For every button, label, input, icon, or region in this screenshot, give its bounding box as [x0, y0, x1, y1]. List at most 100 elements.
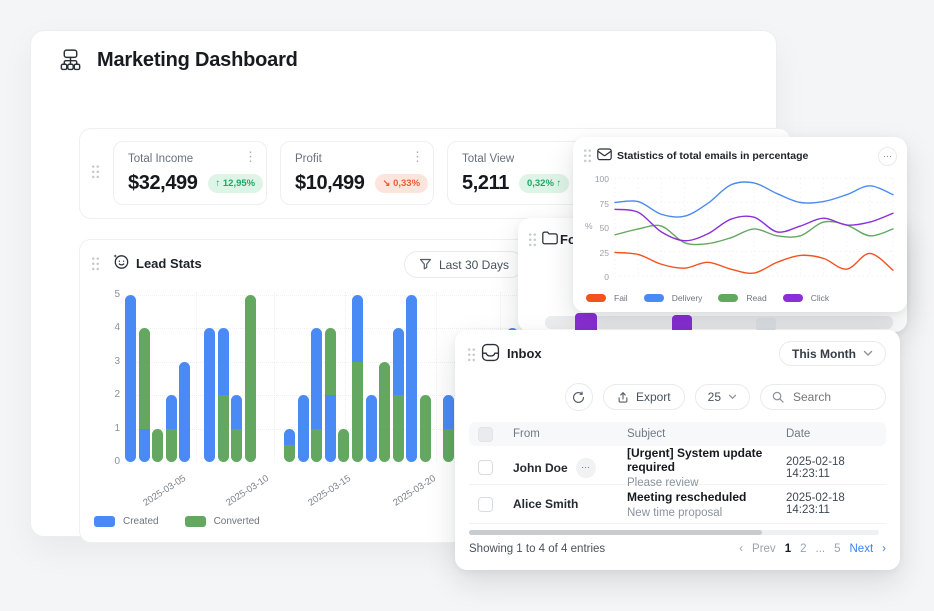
export-icon — [617, 391, 629, 404]
stat-card-profit: Profit⋮$10,499↘ 0,33% — [280, 141, 434, 205]
legend-label: Read — [746, 293, 766, 303]
bar-segment-converted — [166, 429, 177, 463]
inbox-table-header: From Subject Date — [469, 422, 886, 446]
email-legend: Fail Delivery Read Click — [586, 293, 829, 303]
inbox-table: From Subject Date John Doe ⋯ [Urgent] Syst… — [469, 422, 886, 524]
export-label: Export — [636, 390, 671, 404]
dashboard-header: Marketing Dashboard — [57, 47, 298, 74]
lead-gridline-v — [436, 292, 437, 462]
bar — [325, 328, 336, 462]
legend-label: Fail — [614, 293, 628, 303]
stat-card-value: $32,499 — [128, 172, 198, 195]
stats-row-drag-handle[interactable] — [91, 164, 100, 179]
row-checkbox-cell — [469, 497, 513, 512]
bar-segment-created — [366, 395, 377, 462]
chevron-down-icon — [863, 350, 873, 357]
legend-item-delivery: Delivery — [644, 293, 703, 303]
bar-segment-converted — [338, 429, 349, 463]
pagination-item-2[interactable]: 2 — [800, 543, 806, 555]
bar-segment-created — [443, 395, 454, 429]
row-actions-button[interactable]: ⋯ — [576, 458, 596, 478]
pagination-item-...[interactable]: ... — [816, 543, 826, 555]
row-checkbox-cell — [469, 460, 513, 475]
col-header-subject: Subject — [627, 428, 786, 440]
sender-name: Alice Smith — [513, 497, 578, 511]
subject-preview: Please review — [627, 477, 786, 489]
email-line-chart — [573, 137, 907, 312]
stat-value-row: $32,499↑ 12,95% — [128, 172, 254, 195]
bar-segment-created — [393, 328, 404, 395]
table-row[interactable]: John Doe⋯[Urgent] System update required… — [469, 446, 886, 485]
date-cell: 2025-02-18 14:23:11 — [786, 492, 886, 516]
from-cell-wrap: Alice Smith — [513, 497, 627, 511]
bar-segment-converted — [379, 362, 390, 463]
stat-change-badge: 0,32% ↑ — [519, 174, 569, 193]
stat-card-title: Total View — [462, 153, 588, 165]
inbox-title: Inbox — [507, 346, 542, 361]
lead-xtick-label: 2025-03-05 — [127, 473, 188, 518]
bar — [443, 395, 454, 462]
refresh-button[interactable] — [565, 383, 593, 411]
bar — [125, 295, 136, 463]
pagination-item-prev[interactable]: Prev — [752, 543, 776, 555]
search-box — [760, 384, 886, 410]
bar — [298, 395, 309, 462]
lead-ytick: 2 — [98, 389, 120, 400]
date-cell: 2025-02-18 14:23:11 — [786, 456, 886, 480]
bar-segment-converted — [420, 395, 431, 462]
legend-label: Click — [811, 293, 829, 303]
table-row[interactable]: Alice Smith Meeting rescheduledNew time p… — [469, 485, 886, 524]
bar — [406, 295, 417, 463]
search-input[interactable] — [791, 389, 875, 405]
sender-name: John Doe — [513, 461, 568, 475]
row-checkbox[interactable] — [478, 460, 493, 475]
subject-cell: Meeting rescheduledNew time proposal — [627, 490, 786, 519]
entries-summary: Showing 1 to 4 of 4 entries — [469, 543, 605, 555]
legend-item-converted: Converted — [185, 516, 260, 527]
select-all-checkbox[interactable] — [478, 427, 493, 442]
email-stats-card: Statistics of total emails in percentage… — [573, 137, 907, 312]
stat-card-value: 5,211 — [462, 172, 509, 195]
bar-segment-created — [406, 295, 417, 463]
inbox-drag-handle[interactable] — [467, 347, 476, 362]
kebab-menu-icon[interactable]: ⋮ — [411, 152, 424, 162]
folder-drag-handle[interactable] — [528, 232, 537, 247]
bar-segment-converted — [443, 429, 454, 463]
period-label: This Month — [792, 347, 856, 361]
table-scrollbar-thumb[interactable] — [469, 530, 762, 535]
stat-change-badge: ↑ 12,95% — [208, 174, 264, 193]
stat-card-total-income: Total Income⋮$32,499↑ 12,95% — [113, 141, 267, 205]
legend-swatch — [783, 294, 803, 302]
bar — [311, 328, 322, 462]
inbox-rows: John Doe ⋯ [Urgent] System update required… — [469, 446, 886, 524]
inbox-icon — [481, 343, 500, 362]
legend-item-read: Read — [718, 293, 766, 303]
kebab-menu-icon[interactable]: ⋮ — [244, 152, 257, 162]
pagination-item-5[interactable]: 5 — [834, 543, 840, 555]
search-icon — [772, 391, 784, 403]
pagination-item-next[interactable]: Next — [850, 543, 874, 555]
pagination: ‹ Prev 12... 5 Next › — [739, 543, 886, 555]
pagination-item-‹[interactable]: ‹ — [739, 543, 743, 555]
period-dropdown[interactable]: This Month — [779, 341, 886, 366]
row-checkbox[interactable] — [478, 497, 493, 512]
bar — [245, 295, 256, 463]
sitemap-icon — [57, 47, 84, 74]
bar-segment-converted — [284, 445, 295, 462]
page-size-dropdown[interactable]: 25 — [695, 384, 750, 410]
subject-cell: [Urgent] System update requiredPlease re… — [627, 446, 786, 489]
legend-swatch — [586, 294, 606, 302]
page-title: Marketing Dashboard — [97, 49, 298, 72]
bar-segment-created — [218, 328, 229, 395]
bar — [152, 429, 163, 463]
subject-text: Meeting rescheduled — [627, 490, 786, 504]
stat-value-row: 5,211 0,32% ↑ — [462, 172, 588, 195]
table-scrollbar-track[interactable] — [469, 530, 879, 535]
bar-segment-converted — [393, 395, 404, 462]
pagination-item-›[interactable]: › — [882, 543, 886, 555]
pagination-item-1[interactable]: 1 — [785, 543, 791, 555]
lead-ytick: 3 — [98, 356, 120, 367]
inbox-card: Inbox This Month Export 25 — [455, 330, 900, 570]
bar-segment-converted — [152, 429, 163, 463]
export-button[interactable]: Export — [603, 384, 685, 410]
